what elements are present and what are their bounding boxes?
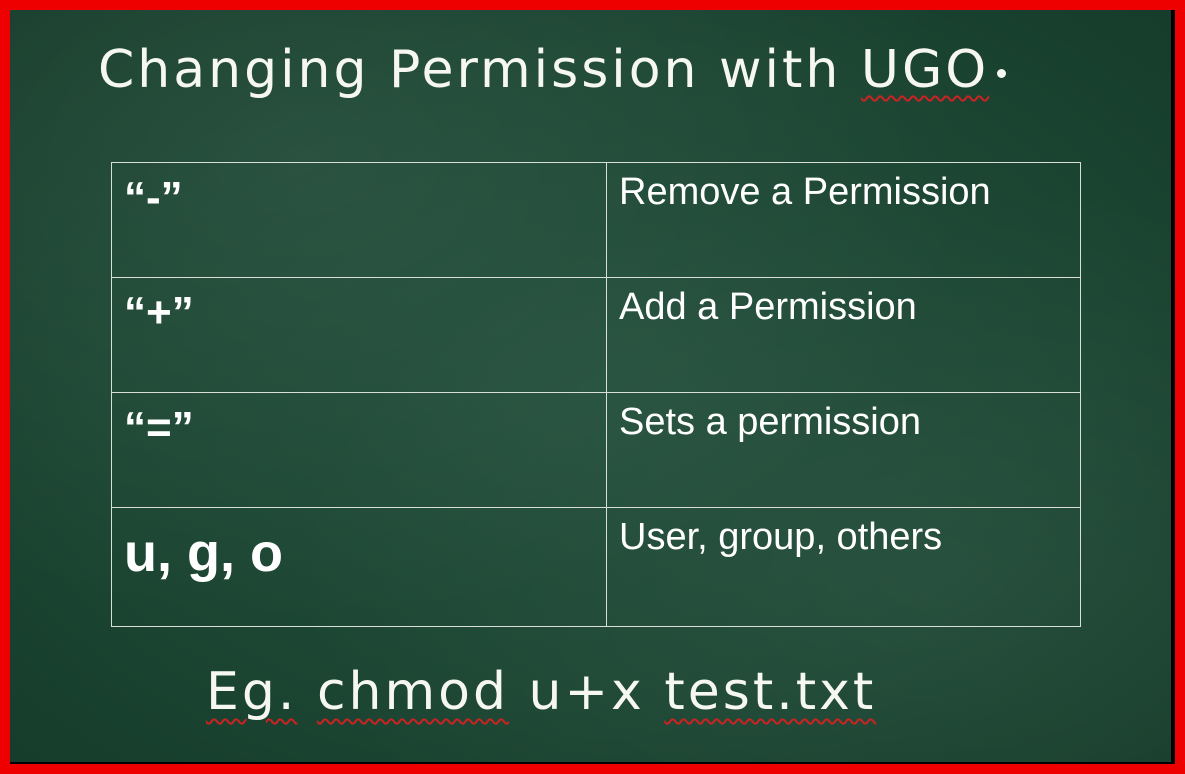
table-row: “+” Add a Permission bbox=[111, 277, 1081, 393]
example-prefix: Eg. bbox=[206, 662, 298, 722]
chalkboard: Changing Permission with UGO “-” Remove … bbox=[10, 10, 1171, 762]
description-cell: Remove a Permission bbox=[606, 162, 1081, 278]
table-row: u, g, o User, group, others bbox=[111, 507, 1081, 627]
title-period-dot bbox=[997, 68, 1007, 78]
example-filename: test.txt bbox=[664, 662, 877, 722]
example-command: chmod bbox=[316, 662, 509, 722]
slide-title: Changing Permission with UGO bbox=[98, 40, 1007, 100]
description-cell: Sets a permission bbox=[606, 392, 1081, 508]
symbol-cell: “-” bbox=[111, 162, 607, 278]
symbol-cell: “+” bbox=[111, 277, 607, 393]
example-command-line: Eg. chmod u+x test.txt bbox=[206, 662, 876, 722]
symbol-cell: u, g, o bbox=[111, 507, 607, 627]
description-cell: Add a Permission bbox=[606, 277, 1081, 393]
example-argument: u+x bbox=[528, 662, 645, 722]
table-row: “-” Remove a Permission bbox=[111, 162, 1081, 278]
symbol-cell: “=” bbox=[111, 392, 607, 508]
permission-operators-table: “-” Remove a Permission “+” Add a Permis… bbox=[111, 162, 1081, 627]
table-row: “=” Sets a permission bbox=[111, 392, 1081, 508]
description-cell: User, group, others bbox=[606, 507, 1081, 627]
title-main-text: Changing Permission with bbox=[98, 40, 861, 100]
title-highlight-text: UGO bbox=[860, 40, 990, 100]
